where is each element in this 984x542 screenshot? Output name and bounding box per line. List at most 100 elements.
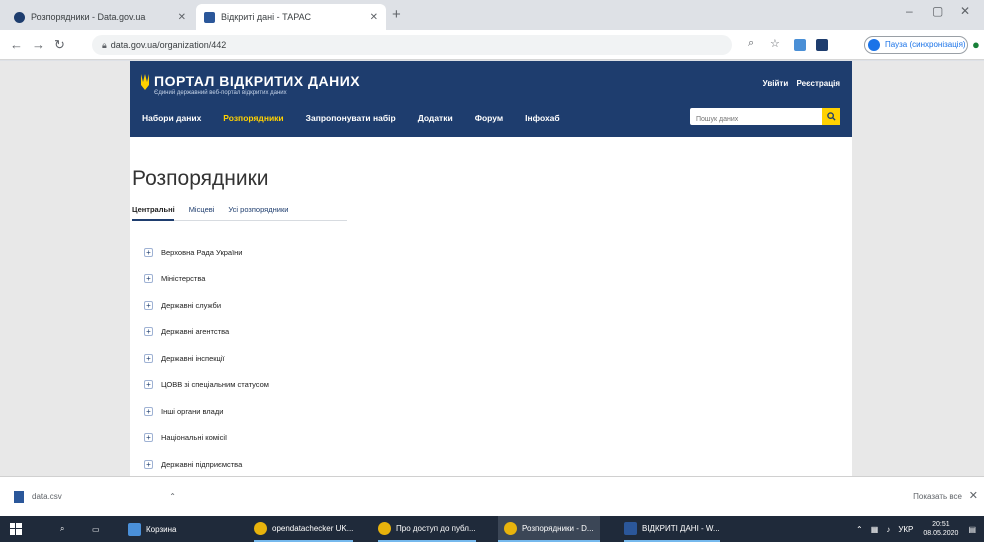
expand-plus-icon[interactable]: + [144, 274, 153, 284]
list-item[interactable]: + Інші органи влади [132, 398, 852, 425]
close-shelf-icon[interactable]: ✕ [969, 489, 978, 502]
taskbar-item-active[interactable]: Розпорядники - D... [498, 516, 600, 542]
logo-subtitle: Єдиний державний веб-портал відкритих да… [154, 90, 287, 96]
auth-links: Увійти Реєстрація [757, 79, 840, 88]
nav-item-suggest[interactable]: Запропонувати набір [306, 113, 396, 123]
taskbar-item[interactable]: Про доступ до публ... [378, 516, 476, 542]
nav-item-datasets[interactable]: Набори даних [142, 113, 201, 123]
tab-title: Розпорядники - Data.gov.ua [31, 12, 146, 22]
list-item[interactable]: + ЦОВВ зі спеціальним статусом [132, 372, 852, 399]
taskbar-item-label: Про доступ до публ... [396, 523, 476, 533]
close-window-button[interactable]: ✕ [960, 4, 970, 18]
tab-close-icon[interactable]: ✕ [370, 12, 378, 23]
page-title: Розпорядники [132, 167, 269, 190]
list-item-label: Інші органи влади [161, 406, 224, 416]
system-tray: ⌃ ▦ ♪ УКР 20:51 08.05.2020 ▤ [856, 516, 976, 542]
volume-icon[interactable]: ♪ [886, 525, 890, 534]
list-item-label: Національні комісії [161, 433, 228, 443]
tab-favicon-icon [204, 11, 215, 23]
tab-close-icon[interactable]: ✕ [178, 12, 186, 23]
clock-date: 08.05.2020 [923, 530, 959, 537]
list-item[interactable]: + Верховна Рада України [132, 239, 852, 266]
tab-central[interactable]: Центральні [132, 205, 175, 214]
list-item[interactable]: + Державні підприємства [132, 451, 852, 476]
expand-plus-icon[interactable]: + [144, 300, 153, 310]
browser-tab[interactable]: Розпорядники - Data.gov.ua ✕ [6, 4, 194, 30]
list-item[interactable]: + Державні служби [132, 292, 852, 319]
login-link[interactable]: Увійти [763, 79, 789, 88]
avatar [868, 39, 880, 51]
expand-plus-icon[interactable]: + [144, 459, 153, 469]
list-item[interactable]: + Державні агентства [132, 319, 852, 346]
page-container: ПОРТАЛ ВІДКРИТИХ ДАНИХ Єдиний державний … [130, 61, 852, 476]
list-item[interactable]: + Державні інспекції [132, 345, 852, 372]
word-icon [624, 521, 637, 535]
nav-item-publishers[interactable]: Розпорядники [223, 113, 283, 123]
active-tab-indicator [132, 219, 174, 221]
browser-tab-active[interactable]: Відкриті дані - ТАРАС ✕ [196, 4, 386, 30]
bookmark-star-icon[interactable]: ☆ [770, 37, 780, 50]
expand-plus-icon[interactable]: + [144, 327, 153, 337]
taskbar-item[interactable]: Корзина [128, 516, 176, 542]
list-item-label: Міністерства [161, 274, 206, 284]
search-taskbar-icon[interactable]: ⌕ [60, 516, 64, 542]
main-nav: Набори даних Розпорядники Запропонувати … [142, 113, 582, 123]
expand-plus-icon[interactable]: + [144, 406, 153, 416]
list-item-label: Державні служби [161, 300, 222, 310]
clock[interactable]: 20:51 08.05.2020 [923, 520, 958, 538]
register-link[interactable]: Реєстрація [796, 79, 840, 88]
taskbar-item-label: Розпорядники - D... [522, 523, 594, 533]
expand-plus-icon[interactable]: + [144, 247, 153, 257]
page-viewport: ПОРТАЛ ВІДКРИТИХ ДАНИХ Єдиний державний … [0, 61, 984, 476]
back-icon[interactable]: ← [10, 37, 23, 52]
main-content: Розпорядники Центральні Місцеві Усі розп… [130, 137, 852, 476]
clock-time: 20:51 [932, 521, 950, 528]
taskbar-item[interactable]: opendatachecker UK... [254, 516, 354, 542]
download-item[interactable]: data.csv ⌃ [14, 487, 176, 507]
taskbar-item[interactable]: ВІДКРИТІ ДАНІ - W... [624, 516, 720, 542]
sync-icon[interactable]: ● [972, 37, 980, 52]
site-header: ПОРТАЛ ВІДКРИТИХ ДАНИХ Єдиний державний … [130, 61, 852, 137]
new-tab-button[interactable]: + [392, 6, 401, 23]
list-item[interactable]: + Національні комісії [132, 425, 852, 452]
tab-local[interactable]: Місцеві [189, 205, 215, 214]
nav-item-infohub[interactable]: Інфохаб [525, 113, 560, 123]
task-view-icon[interactable]: ▭ [92, 516, 100, 542]
restore-button[interactable]: ▢ [932, 4, 943, 18]
minimize-button[interactable]: – [906, 4, 913, 18]
notifications-icon[interactable]: ▤ [968, 525, 976, 534]
language-indicator[interactable]: УКР [898, 525, 913, 534]
trident-icon [141, 74, 149, 90]
tab-all[interactable]: Усі розпорядники [228, 205, 288, 214]
zoom-icon[interactable]: ⌕ [748, 37, 754, 50]
reload-icon[interactable]: ↻ [54, 37, 65, 53]
taskbar-item-label: Корзина [146, 524, 177, 534]
chrome-icon [504, 521, 517, 535]
chrome-icon [254, 521, 267, 535]
download-shelf: data.csv ⌃ Показать все ✕ [0, 476, 984, 516]
start-button[interactable] [10, 516, 22, 542]
extension-icon[interactable] [794, 39, 806, 51]
recycle-bin-icon [128, 522, 141, 536]
list-item-label: ЦОВВ зі спеціальним статусом [161, 380, 269, 390]
address-bar[interactable]: 🔒︎ data.gov.ua/organization/442 [92, 35, 732, 55]
profile-button[interactable]: Пауза (синхронізація) [864, 36, 968, 54]
chevron-up-icon[interactable]: ⌃ [169, 487, 176, 507]
expand-plus-icon[interactable]: + [144, 353, 153, 363]
nav-item-apps[interactable]: Додатки [418, 113, 453, 123]
expand-plus-icon[interactable]: + [144, 433, 153, 443]
extension-icon[interactable] [816, 39, 828, 51]
network-icon[interactable]: ▦ [871, 525, 879, 534]
url-text: data.gov.ua/organization/442 [110, 40, 227, 50]
nav-item-forum[interactable]: Форум [475, 113, 503, 123]
site-logo[interactable]: ПОРТАЛ ВІДКРИТИХ ДАНИХ Єдиний державний … [140, 73, 360, 96]
search-button[interactable] [822, 108, 840, 125]
show-all-downloads-link[interactable]: Показать все [913, 487, 962, 507]
tray-chevron-icon[interactable]: ⌃ [856, 525, 863, 534]
search-input[interactable] [690, 111, 818, 128]
forward-icon[interactable]: → [32, 37, 45, 52]
expand-plus-icon[interactable]: + [144, 380, 153, 390]
list-item-label: Державні агентства [161, 327, 230, 337]
tab-favicon-icon [14, 11, 25, 23]
list-item[interactable]: + Міністерства [132, 266, 852, 293]
